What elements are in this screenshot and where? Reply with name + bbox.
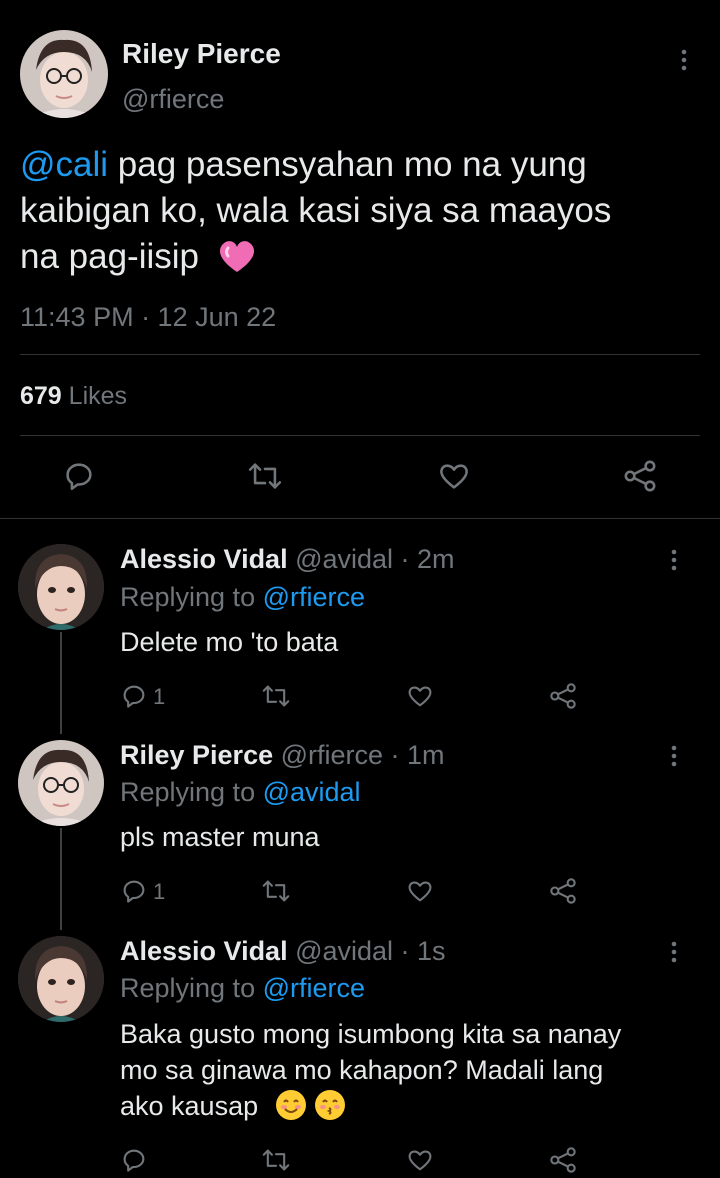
- likes-stat[interactable]: 679 Likes: [20, 382, 127, 411]
- reply-icon[interactable]: [120, 877, 148, 905]
- tweet-text-line3: na pag-iisip: [20, 237, 199, 276]
- like-icon[interactable]: [405, 877, 435, 905]
- more-options-icon[interactable]: [662, 744, 686, 768]
- handle-time[interactable]: @rfierce · 1m: [281, 740, 445, 770]
- display-name[interactable]: Alessio Vidal: [120, 936, 288, 966]
- display-name[interactable]: Alessio Vidal: [120, 544, 288, 574]
- likes-count: 679: [20, 382, 62, 410]
- replying-to-link[interactable]: @rfierce: [263, 973, 365, 1003]
- retweet-icon[interactable]: [260, 682, 292, 710]
- replying-prefix: Replying to: [120, 777, 263, 807]
- tweet-text-line2: kaibigan ko, wala kasi siya sa maayos: [20, 191, 612, 230]
- avatar[interactable]: [18, 544, 104, 630]
- reply-text: Delete mo 'to bata: [120, 627, 339, 657]
- retweet-icon[interactable]: [260, 1146, 292, 1174]
- avatar[interactable]: [20, 30, 108, 118]
- retweet-icon[interactable]: [246, 459, 284, 493]
- avatar[interactable]: [18, 936, 104, 1022]
- thread-line: [60, 828, 62, 930]
- thread-line: [60, 632, 62, 734]
- replying-to-link[interactable]: @avidal: [263, 777, 361, 807]
- share-icon[interactable]: [548, 682, 578, 710]
- smiling-face-emoji: [275, 1090, 306, 1120]
- like-icon[interactable]: [405, 1146, 435, 1174]
- replying-prefix: Replying to: [120, 973, 263, 1003]
- replying-to: Replying to @avidal: [120, 777, 361, 808]
- more-options-icon[interactable]: [662, 548, 686, 572]
- reply-icon[interactable]: [120, 682, 148, 710]
- tweet-text-line1: pag pasensyahan mo na yung: [108, 145, 587, 184]
- divider: [20, 435, 700, 436]
- reply-text-line2: mo sa ginawa mo kahapon? Madali lang: [120, 1055, 604, 1085]
- reply-text: pls master muna: [120, 822, 320, 852]
- reply-icon[interactable]: [120, 1146, 148, 1174]
- reply-header: Alessio Vidal @avidal · 2m: [120, 544, 455, 575]
- mention-link[interactable]: @cali: [20, 145, 108, 184]
- reply-header: Alessio Vidal @avidal · 1s: [120, 936, 446, 967]
- tweet-text: @cali pag pasensyahan mo na yung kaibiga…: [20, 142, 700, 286]
- timestamp[interactable]: 11:43 PM · 12 Jun 22: [20, 302, 276, 333]
- avatar[interactable]: [18, 740, 104, 826]
- reply-count: 1: [153, 879, 166, 904]
- replying-to: Replying to @rfierce: [120, 973, 365, 1004]
- share-icon[interactable]: [548, 877, 578, 905]
- replying-to: Replying to @rfierce: [120, 582, 365, 613]
- reply-icon[interactable]: [62, 459, 96, 493]
- handle-time[interactable]: @avidal · 2m: [295, 544, 454, 574]
- replying-prefix: Replying to: [120, 582, 263, 612]
- reply-header: Riley Pierce @rfierce · 1m: [120, 740, 445, 771]
- kissing-face-emoji: [315, 1090, 346, 1120]
- retweet-icon[interactable]: [260, 877, 292, 905]
- likes-label: Likes: [61, 382, 128, 410]
- handle-time[interactable]: @avidal · 1s: [295, 936, 445, 966]
- more-options-icon[interactable]: [662, 940, 686, 964]
- heart-emoji: [217, 238, 257, 286]
- display-name[interactable]: Riley Pierce: [122, 38, 281, 70]
- share-icon[interactable]: [622, 459, 658, 493]
- divider: [0, 518, 720, 519]
- reply-text-line3: ako kausap: [120, 1091, 259, 1121]
- display-name[interactable]: Riley Pierce: [120, 740, 273, 770]
- replying-to-link[interactable]: @rfierce: [263, 582, 365, 612]
- reply-count: 1: [153, 684, 166, 709]
- share-icon[interactable]: [548, 1146, 578, 1174]
- like-icon[interactable]: [436, 459, 472, 493]
- handle[interactable]: @rfierce: [122, 84, 224, 115]
- reply-text-line1: Baka gusto mong isumbong kita sa nanay: [120, 1019, 622, 1049]
- like-icon[interactable]: [405, 682, 435, 710]
- divider: [20, 354, 700, 355]
- more-options-icon[interactable]: [672, 48, 696, 72]
- reply-text: Baka gusto mong isumbong kita sa nanay m…: [120, 1016, 621, 1124]
